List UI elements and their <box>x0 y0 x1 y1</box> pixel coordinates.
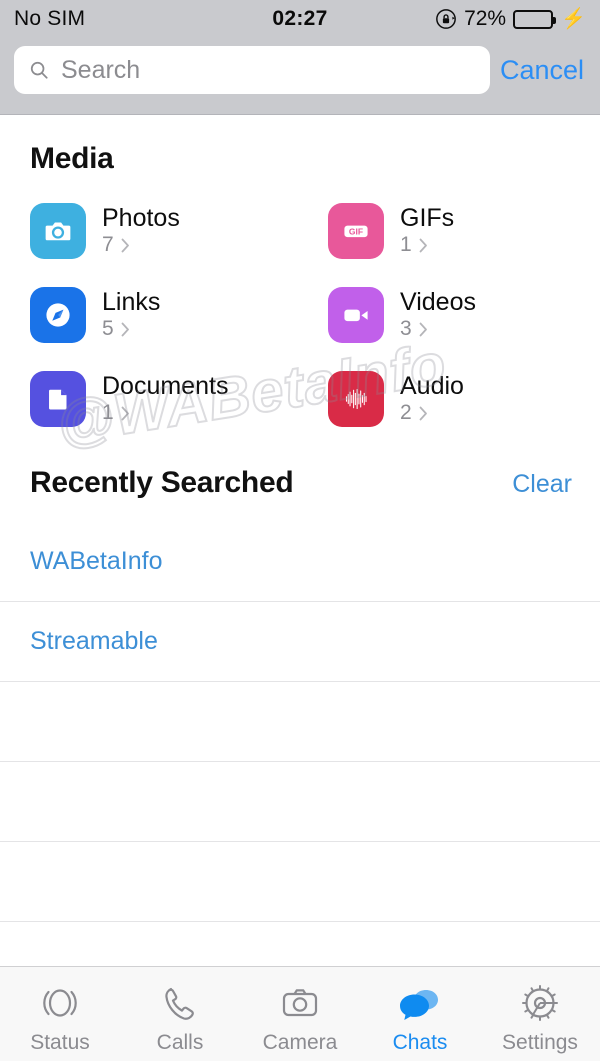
recently-searched-list: WABetaInfo Streamable <box>0 522 600 922</box>
svg-text:GIF: GIF <box>349 226 363 236</box>
media-item-label: Links <box>102 287 161 316</box>
media-item-audio[interactable]: Audio 2 <box>300 362 600 436</box>
chevron-right-icon <box>121 322 129 337</box>
search-field[interactable] <box>14 46 490 94</box>
media-item-label: Audio <box>400 371 464 400</box>
tab-chats[interactable]: Chats <box>360 967 480 1061</box>
phone-icon <box>156 979 204 1027</box>
chevron-right-icon <box>419 322 427 337</box>
search-input[interactable] <box>61 55 476 85</box>
chevron-right-icon <box>121 238 129 253</box>
status-rings-icon <box>36 979 84 1027</box>
chat-bubbles-icon <box>396 979 444 1027</box>
media-item-label: Photos <box>102 203 180 232</box>
tab-status[interactable]: Status <box>0 967 120 1061</box>
media-item-label: GIFs <box>400 203 455 232</box>
recent-search-label: Streamable <box>30 627 158 655</box>
recent-search-row-empty <box>0 682 600 762</box>
tab-label: Chats <box>392 1031 448 1054</box>
media-item-videos[interactable]: Videos 3 <box>300 278 600 352</box>
recent-search-row[interactable]: Streamable <box>0 602 600 682</box>
battery-icon <box>513 9 557 29</box>
status-bar-right: 72% ⚡ <box>435 7 586 31</box>
recent-search-row-empty <box>0 842 600 922</box>
media-section-title: Media <box>30 142 114 175</box>
search-bar: Cancel <box>0 38 600 115</box>
tab-label: Calls <box>156 1031 204 1054</box>
cancel-button[interactable]: Cancel <box>500 55 586 86</box>
tab-camera[interactable]: Camera <box>240 967 360 1061</box>
video-icon <box>328 287 384 343</box>
media-item-label: Videos <box>400 287 476 316</box>
waveform-icon <box>328 371 384 427</box>
media-item-count: 2 <box>400 401 412 425</box>
rotation-lock-icon <box>436 9 456 29</box>
camera-icon <box>30 203 86 259</box>
search-content: Media Photos 7 GIF GIFs 1 Links 5 Videos 3 Docume… <box>0 115 600 922</box>
tab-label: Camera <box>262 1031 338 1054</box>
recent-search-row-empty <box>0 762 600 842</box>
compass-icon <box>30 287 86 343</box>
media-item-links[interactable]: Links 5 <box>0 278 300 352</box>
recently-searched-title: Recently Searched <box>30 466 294 499</box>
document-icon <box>30 371 86 427</box>
search-icon <box>30 61 48 79</box>
tab-label: Status <box>30 1031 90 1054</box>
tab-label: Settings <box>502 1031 578 1054</box>
gif-icon: GIF <box>328 203 384 259</box>
media-item-count: 3 <box>400 317 412 341</box>
gear-icon <box>516 979 564 1027</box>
lightning-bolt-icon: ⚡ <box>561 8 586 30</box>
media-item-count: 1 <box>102 401 114 425</box>
tab-calls[interactable]: Calls <box>120 967 240 1061</box>
recent-search-row[interactable]: WABetaInfo <box>0 522 600 602</box>
media-item-count: 1 <box>400 233 412 257</box>
media-item-label: Documents <box>102 371 229 400</box>
clear-button[interactable]: Clear <box>512 470 572 499</box>
recent-search-label: WABetaInfo <box>30 547 163 575</box>
media-item-count: 5 <box>102 317 114 341</box>
chevron-right-icon <box>419 238 427 253</box>
camera-outline-icon <box>276 979 324 1027</box>
media-item-documents[interactable]: Documents 1 <box>0 362 300 436</box>
recently-searched-header: Recently Searched Clear <box>0 442 600 500</box>
tab-settings[interactable]: Settings <box>480 967 600 1061</box>
media-grid: Photos 7 GIF GIFs 1 Links 5 Videos 3 Documents 1 Au… <box>0 176 600 442</box>
media-item-photos[interactable]: Photos 7 <box>0 194 300 268</box>
media-item-count: 7 <box>102 233 114 257</box>
chevron-right-icon <box>121 406 129 421</box>
chevron-right-icon <box>419 406 427 421</box>
whatsapp-search-screen: No SIM 02:27 72% ⚡ Cancel <box>0 0 600 1061</box>
tab-bar: Status Calls Camera Chats Settings <box>0 966 600 1061</box>
status-bar: No SIM 02:27 72% ⚡ <box>0 0 600 38</box>
media-item-gifs[interactable]: GIF GIFs 1 <box>300 194 600 268</box>
battery-percent-label: 72% <box>464 7 507 30</box>
